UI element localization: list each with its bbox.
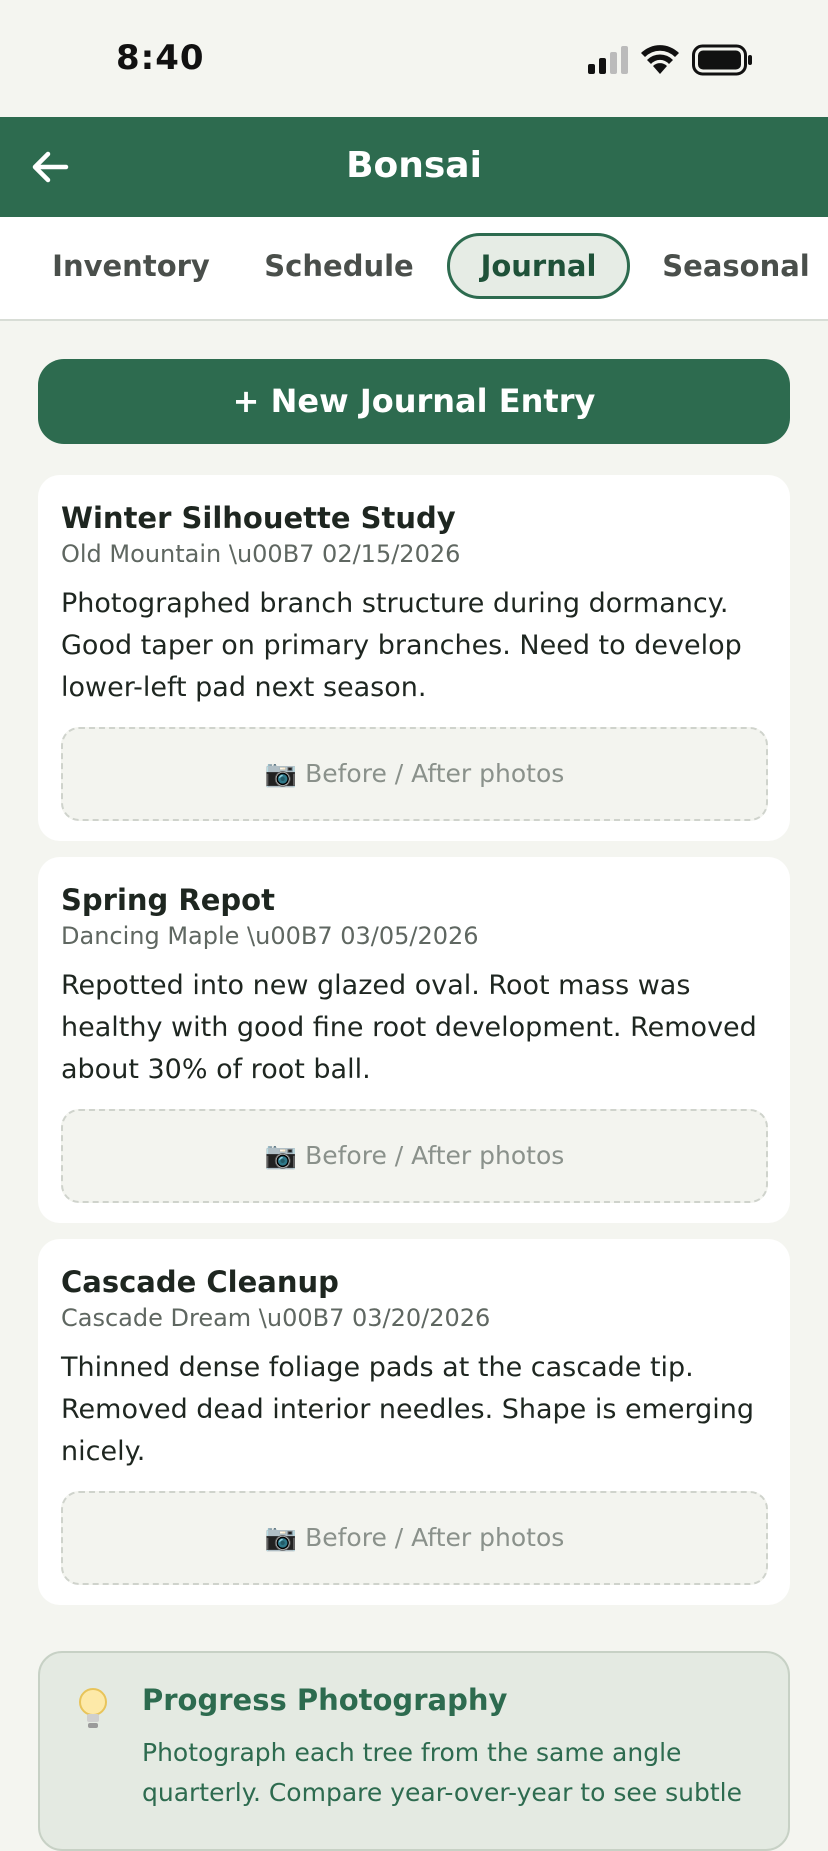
lightbulb-icon (79, 1688, 107, 1728)
entry-meta: Cascade Dream \u00B7 03/20/2026 (61, 1304, 491, 1332)
cellular-signal-icon (588, 46, 628, 74)
new-journal-entry-button[interactable]: + New Journal Entry (38, 359, 790, 444)
entry-body: Repotted into new glazed oval. Root mass… (61, 970, 757, 1085)
entry-title: Spring Repot (61, 883, 275, 917)
tip-body: Photograph each tree from the same angle… (142, 1738, 742, 1807)
before-after-photos[interactable]: 📷 Before / After photos (61, 727, 768, 821)
tab-schedule[interactable]: Schedule (254, 233, 424, 299)
entry-title: Cascade Cleanup (61, 1265, 339, 1299)
tab-seasonal[interactable]: Seasonal (658, 233, 814, 299)
journal-entry-card[interactable]: Cascade Cleanup Cascade Dream \u00B7 03/… (38, 1239, 790, 1605)
wifi-icon (641, 45, 679, 74)
entry-body: Thinned dense foliage pads at the cascad… (61, 1352, 755, 1467)
before-after-photos[interactable]: 📷 Before / After photos (61, 1109, 768, 1203)
status-bar: 8:40 (0, 0, 828, 117)
tip-title: Progress Photography (142, 1683, 508, 1717)
entry-meta: Old Mountain \u00B7 02/15/2026 (61, 540, 461, 568)
battery-icon (692, 44, 752, 76)
camera-icon: 📷 (264, 1141, 298, 1171)
app-header: Bonsai (0, 117, 828, 217)
photos-label: Before / After photos (305, 1523, 565, 1552)
page-title: Bonsai (346, 145, 482, 186)
journal-entry-card[interactable]: Spring Repot Dancing Maple \u00B7 03/05/… (38, 857, 790, 1223)
photos-label: Before / After photos (305, 759, 565, 788)
camera-icon: 📷 (264, 759, 298, 789)
status-time: 8:40 (116, 38, 205, 78)
tab-bar: Inventory Schedule Journal Seasonal (0, 217, 828, 321)
entry-body: Photographed branch structure during dor… (61, 588, 742, 703)
photos-label: Before / After photos (305, 1141, 565, 1170)
camera-icon: 📷 (264, 1523, 298, 1553)
tab-inventory[interactable]: Inventory (44, 233, 218, 299)
before-after-photos[interactable]: 📷 Before / After photos (61, 1491, 768, 1585)
journal-entry-card[interactable]: Winter Silhouette Study Old Mountain \u0… (38, 475, 790, 841)
entry-meta: Dancing Maple \u00B7 03/05/2026 (61, 922, 479, 950)
tip-card: Progress Photography Photograph each tre… (38, 1651, 790, 1851)
tab-journal[interactable]: Journal (447, 233, 630, 299)
entry-title: Winter Silhouette Study (61, 501, 456, 535)
